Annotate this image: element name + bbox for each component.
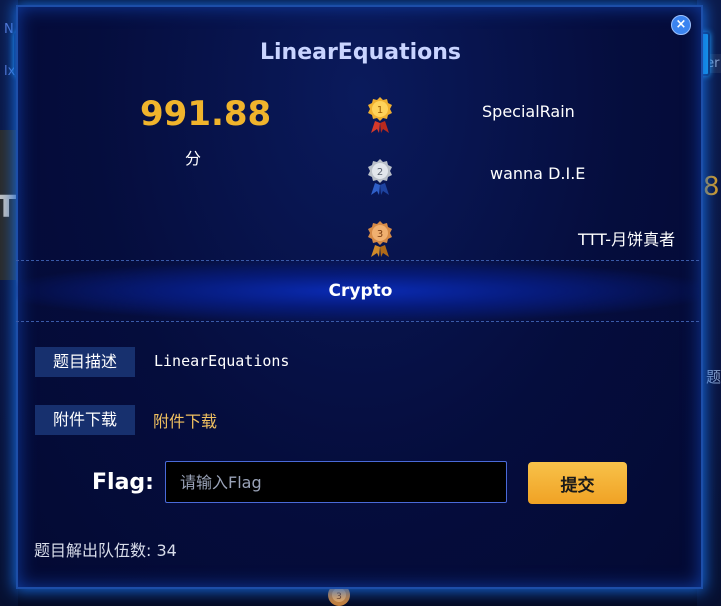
medal-rank-1: 1 <box>377 105 383 116</box>
challenge-category: Crypto <box>328 281 393 301</box>
background-right-title: 题 <box>706 368 721 386</box>
submit-button[interactable]: 提交 <box>528 462 627 504</box>
background-right-score: 8 <box>703 172 720 202</box>
attachment-download-link[interactable]: 附件下载 <box>153 408 217 432</box>
flag-input[interactable] <box>165 461 507 503</box>
description-value: LinearEquations <box>154 352 290 370</box>
challenge-title: LinearEquations <box>259 40 462 65</box>
score-unit: 分 <box>185 149 202 168</box>
medal-rank-2: 2 <box>377 167 383 178</box>
background-card-text: T <box>0 190 17 225</box>
medal-rank-3: 3 <box>377 229 383 240</box>
gold-medal-icon: 1 <box>368 97 392 133</box>
rank-1-team: SpecialRain <box>482 102 575 121</box>
svg-text:3: 3 <box>336 592 342 602</box>
flag-label: Flag: <box>92 470 154 495</box>
rank-3-team: TTT-月饼真者 <box>578 230 676 249</box>
solved-count: 题目解出队伍数: 34 <box>34 541 177 560</box>
rank-3-team-clip: TTT-月饼真者 <box>560 222 684 250</box>
close-icon[interactable]: × <box>671 15 691 35</box>
challenge-score: 991.88 <box>140 94 272 134</box>
bronze-medal-icon: 3 <box>368 221 392 257</box>
description-label: 题目描述 <box>35 347 135 377</box>
background-left-top-text: N <box>4 22 14 37</box>
rank-2-team: wanna D.I.E <box>490 164 586 183</box>
silver-medal-icon: 2 <box>368 159 392 195</box>
attachment-label: 附件下载 <box>35 405 135 435</box>
